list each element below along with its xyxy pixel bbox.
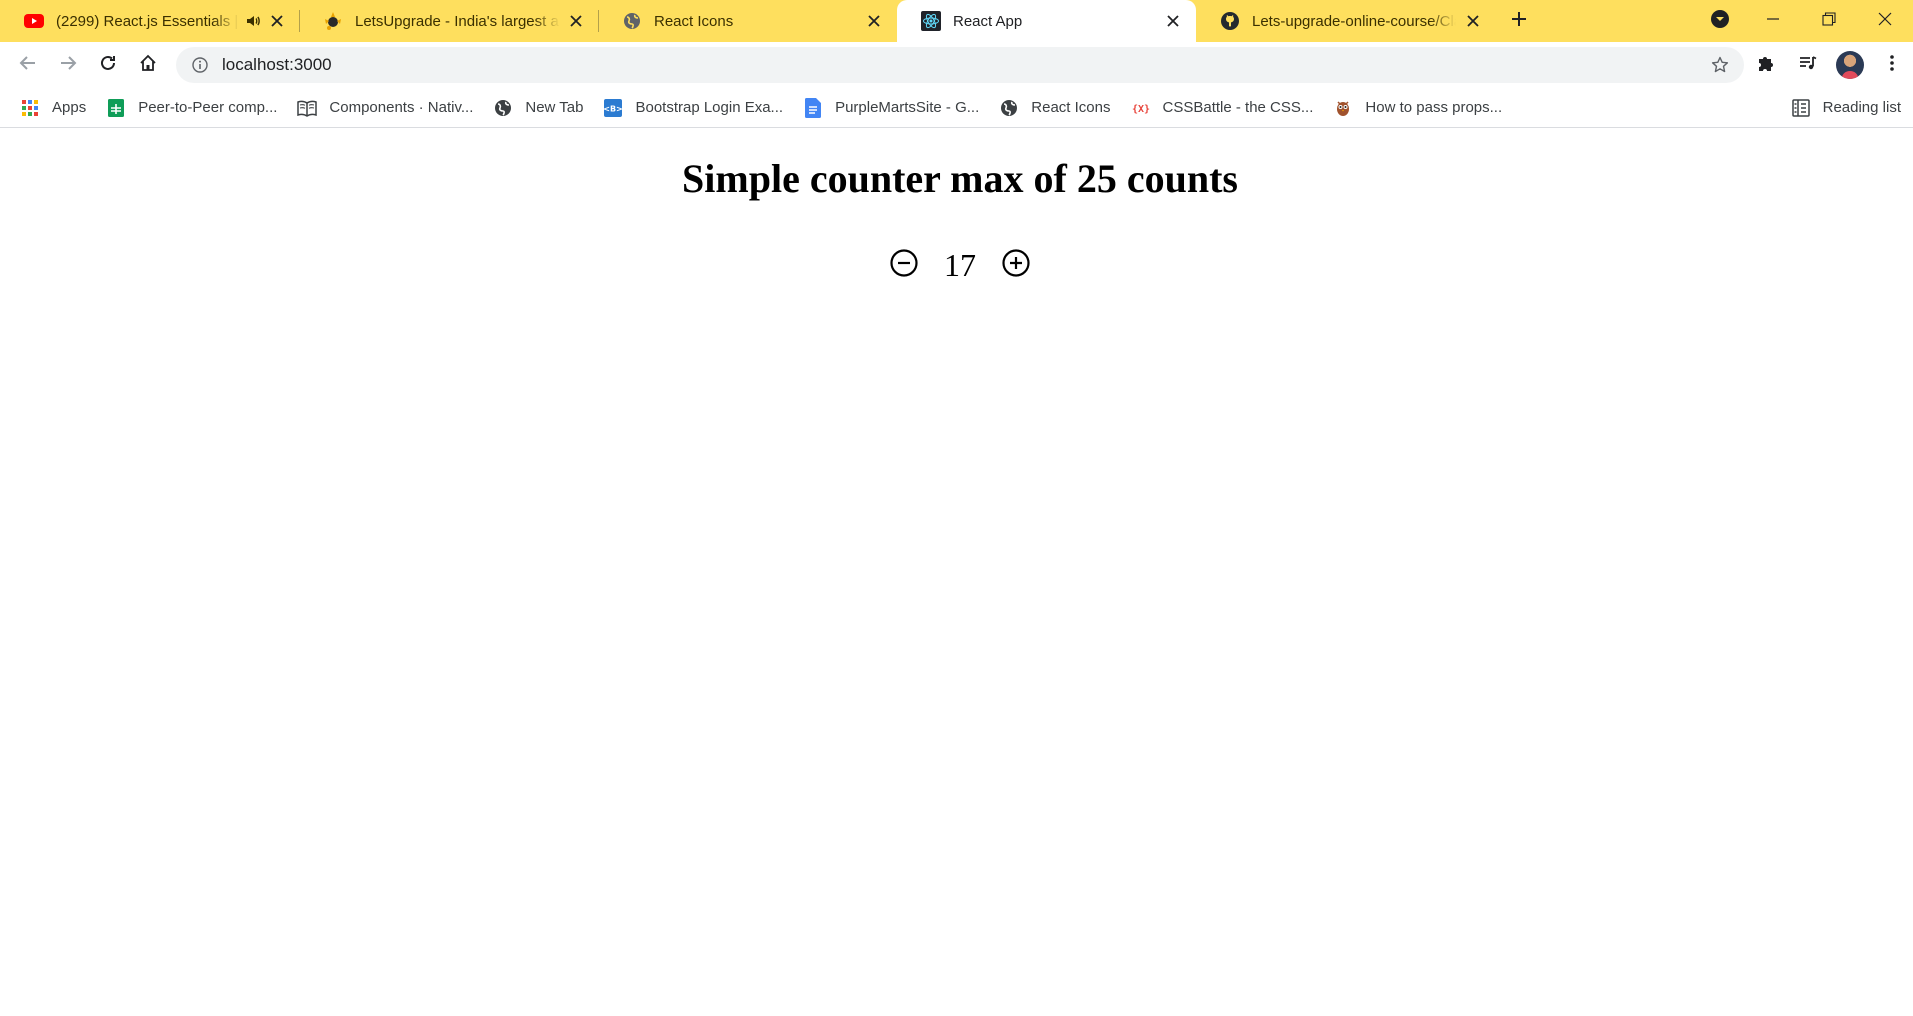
letsupgrade-icon [323,11,343,31]
reload-icon [99,54,117,77]
close-tab-icon[interactable] [1462,10,1483,32]
tab-github[interactable]: Lets-upgrade-online-course/Clas [1196,0,1495,42]
bookmark-label: Apps [52,99,87,116]
close-tab-icon[interactable] [863,10,885,32]
menu-button[interactable] [1872,45,1912,85]
bookmark-label: How to pass props... [1365,99,1503,116]
url-text[interactable]: localhost:3000 [222,55,1706,75]
close-tab-icon[interactable] [267,10,287,32]
bookmark-label: PurpleMartsSite - G... [835,99,980,116]
counter: 17 [0,247,1913,283]
bookmark-new-tab[interactable]: New Tab [489,93,593,123]
tab-letsupgrade[interactable]: LetsUpgrade - India's largest and [299,0,598,42]
decrement-button[interactable] [888,248,920,283]
bookmark-label: Components · Nativ... [329,99,474,116]
bookmark-cssbattle[interactable]: {X} CSSBattle - the CSS... [1127,93,1324,123]
counter-value: 17 [944,247,976,283]
kebab-menu-icon [1889,54,1895,77]
globe-icon [493,98,513,118]
tab-title: React App [953,12,1156,30]
avatar [1836,51,1864,79]
forward-button[interactable] [48,45,88,85]
tab-title: Lets-upgrade-online-course/Clas [1252,12,1457,30]
minimize-button[interactable] [1745,0,1801,42]
svg-text:{X}: {X} [1131,104,1149,115]
close-icon [1878,12,1892,31]
tab-title: (2299) React.js Essentials | Da [56,12,240,30]
tab-strip-spacer [1543,0,1695,42]
bookmark-how-to-pass-props[interactable]: How to pass props... [1329,93,1512,123]
bookmark-label: CSSBattle - the CSS... [1162,99,1314,116]
bookmark-label: Bootstrap Login Exa... [635,99,784,116]
tab-react-app[interactable]: React App [897,0,1196,42]
tab-react-icons[interactable]: React Icons [598,0,897,42]
plus-icon [1511,11,1527,32]
extensions-button[interactable] [1746,45,1786,85]
address-bar[interactable]: localhost:3000 [176,47,1744,83]
arrow-right-icon [59,54,77,77]
minimize-icon [1766,12,1780,31]
playlist-music-icon [1798,53,1818,78]
svg-text:<B>: <B> [604,104,622,113]
reading-list-button[interactable]: Reading list [1791,98,1913,118]
media-controls-button[interactable] [1788,45,1828,85]
apps-grid-icon [20,98,40,118]
increment-button[interactable] [1000,248,1032,283]
tab-strip: (2299) React.js Essentials | Da LetsUpgr… [0,0,1913,42]
restore-icon [1822,11,1836,31]
sheets-icon [106,98,126,118]
reading-list-label: Reading list [1822,99,1901,116]
bookmark-star-icon[interactable] [1706,51,1734,79]
book-icon [297,98,318,118]
tab-youtube[interactable]: (2299) React.js Essentials | Da [0,0,299,42]
bookmarks-bar: Apps Peer-to-Peer comp... Components · N… [0,88,1913,128]
profile-button[interactable] [1830,45,1870,85]
new-tab-button[interactable] [1495,0,1543,42]
tab-title: LetsUpgrade - India's largest and [355,12,560,30]
arrow-left-icon [19,54,37,77]
close-tab-icon[interactable] [566,10,586,32]
page-content: Simple counter max of 25 counts 17 [0,129,1913,1016]
puzzle-icon [1756,53,1776,78]
restore-button[interactable] [1801,0,1857,42]
github-icon [1220,11,1240,31]
home-icon [139,54,157,77]
bookmark-purplemarts[interactable]: PurpleMartsSite - G... [799,93,989,123]
chevron-down-circle-icon [1710,9,1730,34]
cssbattle-icon: {X} [1131,98,1151,118]
bookmark-bootstrap-login[interactable]: <B> Bootstrap Login Exa... [599,93,793,123]
globe-icon [622,11,642,31]
youtube-icon [24,11,44,31]
site-info-icon[interactable] [188,53,212,77]
tab-title: React Icons [654,12,857,30]
close-window-button[interactable] [1857,0,1913,42]
audio-playing-icon[interactable] [245,12,261,30]
close-tab-icon[interactable] [1162,10,1184,32]
browser-toolbar: localhost:3000 [0,42,1913,88]
plus-circle-icon [1001,248,1031,283]
docs-icon [803,97,823,118]
bookmark-peer-to-peer[interactable]: Peer-to-Peer comp... [102,93,287,123]
bookmark-label: React Icons [1031,99,1111,116]
bookmark-label: Peer-to-Peer comp... [138,99,278,116]
bookmark-react-icons[interactable]: React Icons [995,93,1120,123]
globe-icon [999,98,1019,118]
reload-button[interactable] [88,45,128,85]
back-button[interactable] [8,45,48,85]
reading-list-icon [1791,98,1811,118]
home-button[interactable] [128,45,168,85]
owl-icon [1333,98,1353,118]
minus-circle-icon [889,248,919,283]
bootstrap-icon: <B> [603,98,623,118]
bookmark-label: New Tab [525,99,584,116]
bookmark-apps[interactable]: Apps [16,93,96,123]
page-title: Simple counter max of 25 counts [682,156,1238,201]
react-icon [921,11,941,31]
tab-search-button[interactable] [1695,0,1745,42]
bookmark-components[interactable]: Components · Nativ... [293,93,483,123]
